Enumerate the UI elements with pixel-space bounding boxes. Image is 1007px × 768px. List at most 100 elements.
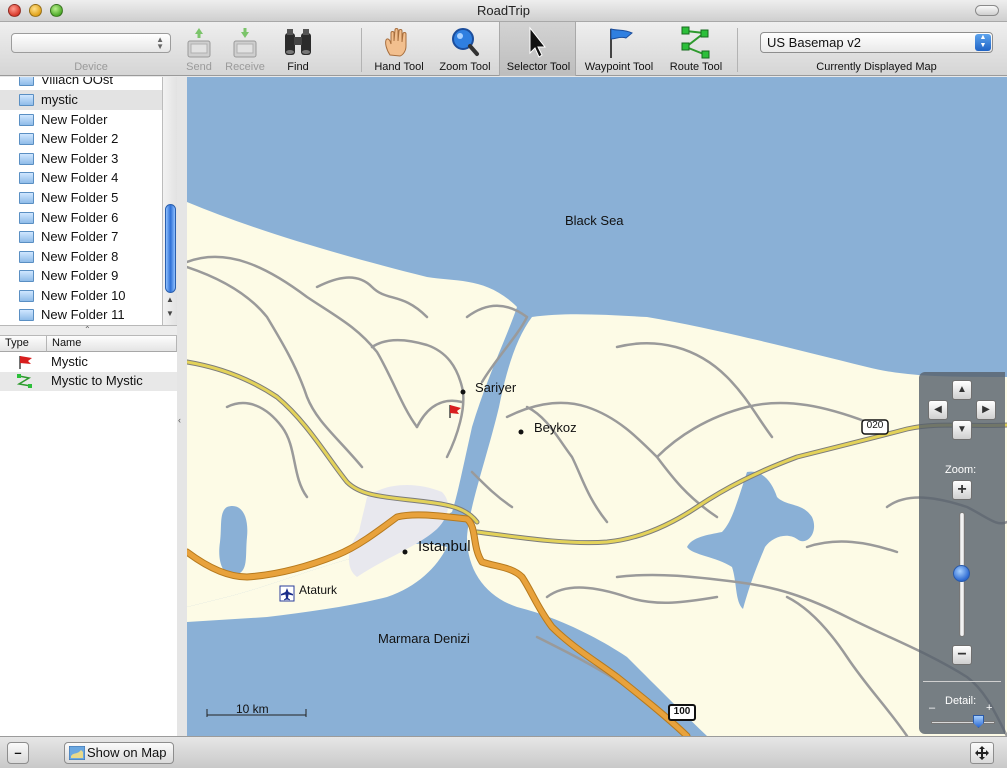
folder-item[interactable]: New Folder 2 bbox=[0, 129, 162, 149]
zoom-in-button[interactable]: + bbox=[952, 480, 972, 500]
pan-up-button[interactable]: ▲ bbox=[952, 380, 972, 400]
folder-label: New Folder 9 bbox=[41, 268, 119, 283]
map-label-beykoz: Beykoz bbox=[534, 420, 577, 435]
zoom-tool-button[interactable]: Zoom Tool bbox=[434, 22, 496, 76]
window-title: RoadTrip bbox=[477, 3, 530, 18]
folder-label: New Folder bbox=[41, 112, 108, 127]
splitter-grip-icon: ⌃ bbox=[84, 325, 91, 334]
folder-icon bbox=[19, 153, 34, 165]
sidebar-collapse-handle[interactable]: ‹ bbox=[177, 77, 187, 736]
folder-item[interactable]: New Folder 4 bbox=[0, 168, 162, 188]
row-name: Mystic bbox=[51, 354, 88, 369]
table-row[interactable]: Mystic to Mystic bbox=[0, 372, 177, 391]
selector-tool-button[interactable]: Selector Tool bbox=[499, 22, 576, 76]
pan-left-button[interactable]: ◀ bbox=[928, 400, 948, 420]
waypoint-tool-label: Waypoint Tool bbox=[584, 61, 654, 73]
toolbar-separator bbox=[737, 28, 738, 72]
move-arrows-icon bbox=[975, 746, 989, 760]
folder-icon bbox=[19, 270, 34, 282]
folder-item[interactable]: New Folder 10 bbox=[0, 286, 162, 306]
map-view[interactable]: Black Sea Sariyer Beykoz Istanbul Atatur… bbox=[187, 77, 1007, 736]
waypoint-flag-icon bbox=[19, 356, 32, 369]
map-label-black-sea: Black Sea bbox=[565, 213, 624, 228]
folder-item[interactable]: New Folder 6 bbox=[0, 208, 162, 228]
pane-splitter[interactable]: ⌃ bbox=[0, 325, 177, 336]
city-dot-istanbul bbox=[402, 549, 408, 555]
folder-label: New Folder 8 bbox=[41, 249, 119, 264]
table-row[interactable]: Mystic bbox=[0, 353, 177, 372]
city-dot-sariyer bbox=[460, 389, 466, 395]
folder-item[interactable]: New Folder 7 bbox=[0, 227, 162, 247]
zoom-tool-label: Zoom Tool bbox=[439, 61, 491, 73]
hand-tool-button[interactable]: Hand Tool bbox=[368, 22, 430, 76]
arrow-cursor-icon bbox=[529, 26, 547, 58]
zoom-out-button[interactable]: − bbox=[952, 645, 972, 665]
folder-icon bbox=[19, 192, 34, 204]
device-select[interactable]: ▲ ▼ bbox=[11, 33, 171, 53]
folder-scrollbar[interactable]: ▲ ▼ bbox=[162, 77, 177, 325]
map-navigation-panel: ▲ ◀ ▶ ▼ Zoom: + − Detail: – + bbox=[919, 372, 1005, 734]
bottom-bar: – Show on Map bbox=[0, 736, 1007, 768]
scroll-thumb[interactable] bbox=[165, 204, 176, 293]
magnifier-icon bbox=[452, 28, 479, 56]
toolbar-separator bbox=[361, 28, 362, 72]
folder-label: New Folder 4 bbox=[41, 170, 119, 185]
folder-item[interactable]: New Folder 9 bbox=[0, 266, 162, 286]
remove-button[interactable]: – bbox=[7, 742, 29, 764]
hand-tool-label: Hand Tool bbox=[374, 61, 424, 73]
pan-down-button[interactable]: ▼ bbox=[952, 420, 972, 440]
item-table: Type Name Mystic Mystic to Mystic bbox=[0, 336, 177, 736]
detail-slider-track[interactable] bbox=[931, 721, 995, 724]
map-label-sariyer: Sariyer bbox=[475, 380, 517, 395]
show-on-map-button[interactable]: Show on Map bbox=[64, 742, 174, 764]
folder-item[interactable]: Villach OOst bbox=[0, 77, 162, 90]
show-on-map-label: Show on Map bbox=[87, 745, 167, 760]
folder-item[interactable]: New Folder 8 bbox=[0, 247, 162, 267]
map-select-caption: Currently Displayed Map bbox=[816, 61, 937, 73]
toolbar-toggle-button[interactable] bbox=[975, 5, 999, 16]
zoom-slider-knob[interactable] bbox=[953, 565, 970, 582]
detail-slider-knob[interactable] bbox=[973, 715, 984, 728]
folder-item[interactable]: New Folder 11 bbox=[0, 305, 162, 325]
column-header-type[interactable]: Type bbox=[0, 336, 47, 352]
send-label: Send bbox=[186, 61, 212, 73]
detail-plus-label: + bbox=[986, 702, 993, 714]
route-icon bbox=[681, 26, 710, 59]
map-select[interactable]: US Basemap v2 ▲ ▼ bbox=[760, 32, 993, 53]
hand-icon bbox=[385, 28, 407, 57]
folder-label: Villach OOst bbox=[41, 77, 114, 87]
folder-item-selected[interactable]: mystic bbox=[0, 90, 162, 110]
route-tool-button[interactable]: Route Tool bbox=[664, 22, 728, 76]
folder-item[interactable]: New Folder bbox=[0, 110, 162, 130]
find-button[interactable]: Find bbox=[280, 22, 316, 76]
map-label-ataturk: Ataturk bbox=[299, 583, 338, 597]
folder-label: New Folder 5 bbox=[41, 190, 119, 205]
folder-icon bbox=[19, 94, 34, 106]
folder-icon bbox=[19, 133, 34, 145]
route-icon bbox=[16, 374, 32, 388]
map-label-marmara: Marmara Denizi bbox=[378, 631, 470, 646]
detail-minus-label: – bbox=[929, 702, 936, 714]
folder-icon bbox=[19, 172, 34, 184]
map-icon bbox=[69, 746, 85, 760]
folder-item[interactable]: New Folder 5 bbox=[0, 188, 162, 208]
waypoint-tool-button[interactable]: Waypoint Tool bbox=[580, 22, 658, 76]
detail-label: Detail: bbox=[945, 695, 977, 707]
folder-label: New Folder 2 bbox=[41, 131, 119, 146]
pan-right-button[interactable]: ▶ bbox=[976, 400, 996, 420]
folder-icon bbox=[19, 114, 34, 126]
scale-label: 10 km bbox=[236, 702, 269, 716]
folder-icon bbox=[19, 290, 34, 302]
resize-map-button[interactable] bbox=[970, 742, 994, 764]
column-header-name[interactable]: Name bbox=[47, 336, 177, 352]
receive-button[interactable]: Receive bbox=[222, 22, 268, 76]
folder-label: mystic bbox=[41, 92, 78, 107]
send-button[interactable]: Send bbox=[183, 22, 215, 76]
folder-icon bbox=[19, 77, 34, 86]
folder-item[interactable]: New Folder 3 bbox=[0, 149, 162, 169]
folder-label: New Folder 3 bbox=[41, 151, 119, 166]
scroll-up-icon[interactable]: ▲ bbox=[166, 295, 174, 304]
map-select-value: US Basemap v2 bbox=[767, 35, 861, 50]
find-label: Find bbox=[287, 61, 309, 73]
scroll-down-icon[interactable]: ▼ bbox=[166, 309, 174, 318]
